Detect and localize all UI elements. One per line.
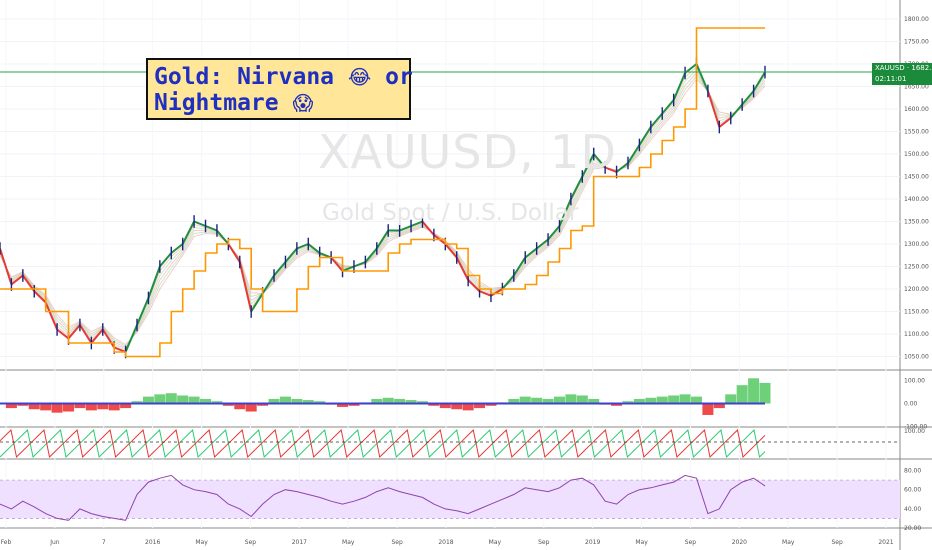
title-line-2: Nightmare 😱: [154, 90, 403, 116]
price-tick-label: 1050.00: [904, 354, 929, 361]
price-tag-price: 1682.20: [911, 64, 932, 72]
oscillator-bar: [679, 394, 691, 404]
price-tick-label: 1250.00: [904, 264, 929, 271]
price-tick-label: 1800.00: [904, 16, 929, 23]
title-line-1: Gold: Nirvana 😂 or: [154, 64, 413, 90]
time-tick-label: 7: [102, 539, 106, 546]
price-tick-label: 1150.00: [904, 309, 929, 316]
oscillator-bar: [759, 382, 771, 404]
rsi-tick-label: 60.00: [904, 487, 921, 494]
oscillator-bar: [165, 393, 177, 404]
title-text-1: Gold: Nirvana: [154, 64, 335, 90]
price-line-segment: [216, 229, 230, 245]
rsi-tick-label: 40.00: [904, 506, 921, 513]
price-tag-countdown: 02:11:01: [872, 74, 932, 85]
oscillator-bar: [519, 396, 531, 404]
title-text-or: or: [385, 64, 413, 90]
oscillator-bar: [565, 394, 577, 404]
price-tick-label: 1500.00: [904, 151, 929, 158]
oscillator-bar: [108, 403, 120, 411]
price-line-segment: [227, 243, 241, 263]
oscillator-tick-label: 0.00: [904, 401, 918, 408]
price-tick-label: 1350.00: [904, 219, 929, 226]
time-tick-label: May: [195, 539, 208, 546]
oscillator-bar: [245, 403, 257, 412]
oscillator-bar: [656, 396, 668, 404]
time-tick-label: 2019: [585, 539, 600, 546]
oscillator-bar: [748, 378, 760, 404]
price-tick-label: 1100.00: [904, 331, 929, 338]
oscillator-bar: [668, 395, 680, 404]
watermark-name: Gold Spot / U.S. Dollar: [322, 200, 579, 226]
price-tick-label: 1400.00: [904, 196, 929, 203]
stoch-tick-label: 100.00: [904, 428, 925, 435]
price-tick-label: 1750.00: [904, 39, 929, 46]
price-tick-label: 1600.00: [904, 106, 929, 113]
oscillator-bar: [690, 396, 702, 404]
time-tick-label: Jun: [49, 539, 60, 546]
oscillator-bar: [63, 403, 75, 412]
time-tick-label: Sep: [831, 539, 843, 546]
watermark-symbol: XAUUSD, 1D: [318, 125, 617, 179]
price-tag-symbol: XAUUSD · 1682.20: [872, 63, 932, 74]
oscillator-bar: [85, 403, 97, 411]
price-tick-label: 1450.00: [904, 174, 929, 181]
oscillator-bar: [725, 394, 737, 404]
price-tick-label: 1200.00: [904, 286, 929, 293]
time-tick-label: Sep: [391, 539, 403, 546]
oscillator-bar: [177, 395, 189, 404]
time-tick-label: May: [782, 539, 795, 546]
time-tick-label: Sep: [245, 539, 257, 546]
oscillator-tick-label: 100.00: [904, 378, 925, 385]
time-tick-label: May: [342, 539, 355, 546]
price-line-segment: [124, 324, 138, 353]
time-tick-label: 2018: [438, 539, 453, 546]
time-tick-label: 2021: [878, 539, 893, 546]
oscillator-bar: [154, 394, 166, 404]
time-tick-label: Sep: [538, 539, 550, 546]
oscillator-bar: [702, 403, 714, 415]
oscillator-bar: [40, 403, 52, 411]
oscillator-bar: [142, 396, 154, 404]
oscillator-bar: [462, 403, 474, 411]
price-tick-label: 1300.00: [904, 241, 929, 248]
time-tick-label: 2017: [292, 539, 307, 546]
oscillator-bar: [279, 396, 291, 404]
time-tick-label: 2016: [145, 539, 160, 546]
price-tag-symbol-text: XAUUSD: [875, 64, 905, 72]
oscillator-bar: [553, 396, 565, 404]
time-tick-label: May: [489, 539, 502, 546]
chart[interactable]: 1800.001750.001700.001650.001600.001550.…: [0, 0, 932, 550]
oscillator-bar: [576, 395, 588, 404]
oscillator-bar: [188, 396, 200, 404]
rsi-tick-label: 20.00: [904, 525, 921, 532]
screaming-emoji-icon: 😱: [292, 91, 314, 115]
laughing-emoji-icon: 😂: [347, 65, 372, 89]
time-tick-label: May: [635, 539, 648, 546]
time-tick-label: 2020: [732, 539, 747, 546]
oscillator-bar: [736, 385, 748, 404]
price-tick-label: 1550.00: [904, 129, 929, 136]
rsi-tick-label: 80.00: [904, 468, 921, 475]
title-text-2: Nightmare: [154, 90, 279, 116]
time-tick-label: Feb: [1, 539, 12, 546]
title-box: Gold: Nirvana 😂 or Nightmare 😱: [146, 58, 413, 120]
time-tick-label: Sep: [685, 539, 697, 546]
oscillator-bar: [51, 403, 63, 413]
price-line-segment: [729, 103, 743, 119]
